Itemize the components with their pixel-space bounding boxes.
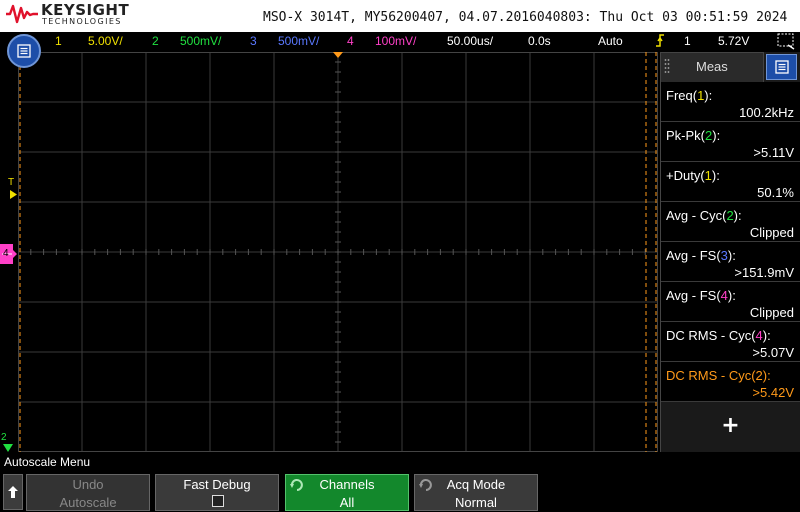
measurement-name: DC RMS - Cyc(2): xyxy=(666,368,771,383)
measurement-channel: 3 xyxy=(720,248,728,263)
timebase-scale[interactable]: 50.00us/ xyxy=(447,34,493,48)
title-bar: KEYSIGHT TECHNOLOGIES MSO-X 3014T, MY562… xyxy=(0,0,800,32)
trigger-level[interactable]: 5.72V xyxy=(718,34,749,48)
trigger-edge-icon xyxy=(655,34,665,50)
measurement-name: Freq(1): xyxy=(666,88,713,103)
measurement-item[interactable]: Avg - FS(4): Clipped xyxy=(661,282,800,322)
measurement-channel: 4 xyxy=(720,288,728,303)
ch4-ground-marker[interactable]: 4 xyxy=(0,242,17,266)
menu-icon xyxy=(17,44,31,58)
measurement-item[interactable]: Pk-Pk(2): >5.11V xyxy=(661,122,800,162)
measurement-name: Pk-Pk(2): xyxy=(666,128,721,143)
measurement-channel: 1 xyxy=(704,168,712,183)
measurement-item[interactable]: +Duty(1): 50.1% xyxy=(661,162,800,202)
ch2-marker-label: 2 xyxy=(1,432,7,443)
fast-debug-softkey[interactable]: Fast Debug xyxy=(155,474,279,511)
softkey-menu-title: Autoscale Menu xyxy=(4,455,91,469)
softkey-value: Autoscale xyxy=(59,495,117,510)
measurement-channel: 2 xyxy=(726,208,734,223)
measurement-item[interactable]: Avg - Cyc(2): Clipped xyxy=(661,202,800,242)
measurement-item[interactable]: Freq(1): 100.2kHz xyxy=(661,82,800,122)
measurement-channel: 4 xyxy=(755,328,763,343)
ch1-number[interactable]: 1 xyxy=(55,34,62,48)
fast-debug-checkbox[interactable] xyxy=(212,495,224,507)
softkey-label: Undo xyxy=(72,477,104,492)
main-menu-button[interactable] xyxy=(7,34,41,68)
measurement-item[interactable]: DC RMS - Cyc(4): >5.07V xyxy=(661,322,800,362)
fullscreen-icon[interactable] xyxy=(776,32,796,50)
measurement-value: >151.9mV xyxy=(734,265,794,280)
measurement-list: Freq(1): 100.2kHz Pk-Pk(2): >5.11V +Duty(1):… xyxy=(661,82,800,402)
measurement-value: 50.1% xyxy=(757,185,794,200)
ch2-number[interactable]: 2 xyxy=(152,34,159,48)
softkey-value: Normal xyxy=(455,495,497,510)
drag-handle-icon[interactable] xyxy=(664,58,670,76)
softkey-label: Acq Mode xyxy=(446,477,506,492)
trigger-mode[interactable]: Auto xyxy=(598,34,623,48)
back-button[interactable] xyxy=(3,474,23,510)
meas-menu-button[interactable] xyxy=(766,54,797,80)
menu-icon xyxy=(774,60,789,74)
ch4-scale[interactable]: 100mV/ xyxy=(375,34,416,48)
up-arrow-icon xyxy=(8,486,18,498)
measurement-item[interactable]: Avg - FS(3): >151.9mV xyxy=(661,242,800,282)
trigger-level-marker[interactable] xyxy=(10,190,17,199)
ch2-scale[interactable]: 500mV/ xyxy=(180,34,221,48)
trigger-position-marker[interactable] xyxy=(333,52,343,58)
measurement-value: 100.2kHz xyxy=(739,105,794,120)
acq-mode-softkey[interactable]: Acq Mode Normal xyxy=(414,474,538,511)
softkey-label: Channels xyxy=(319,477,375,492)
undo-autoscale-softkey[interactable]: Undo Autoscale xyxy=(26,474,150,511)
ch3-scale[interactable]: 500mV/ xyxy=(278,34,319,48)
measurement-value: Clipped xyxy=(749,305,794,320)
softkey-value: All xyxy=(339,495,355,510)
measurement-name: DC RMS - Cyc(4): xyxy=(666,328,771,343)
measurement-value: >5.11V xyxy=(753,145,794,160)
channels-softkey[interactable]: Channels All xyxy=(285,474,409,511)
device-info: MSO-X 3014T, MY56200407, 04.07.201604080… xyxy=(263,10,788,25)
trigger-source[interactable]: 1 xyxy=(684,34,691,48)
waveform-display[interactable] xyxy=(18,52,658,452)
measurement-name: Avg - FS(3): xyxy=(666,248,736,263)
measurement-name: +Duty(1): xyxy=(666,168,720,183)
ch1-scale[interactable]: 5.00V/ xyxy=(88,34,123,48)
meas-tab-label: Meas xyxy=(696,59,728,74)
channel-status-bar: 1 5.00V/ 2 500mV/ 3 500mV/ 4 100mV/ 50.0… xyxy=(0,32,800,52)
ch4-number[interactable]: 4 xyxy=(347,34,354,48)
ch4-marker-label: 4 xyxy=(3,248,9,259)
keysight-logo-icon xyxy=(6,4,38,24)
brand-subtitle: TECHNOLOGIES xyxy=(42,17,122,26)
measurement-name: Avg - FS(4): xyxy=(666,288,736,303)
measurement-value: >5.42V xyxy=(752,385,794,400)
measurement-item[interactable]: DC RMS - Cyc(2): >5.42V xyxy=(661,362,800,402)
ch2-ground-marker[interactable] xyxy=(3,444,13,452)
measurement-name: Avg - Cyc(2): xyxy=(666,208,742,223)
trigger-delay[interactable]: 0.0s xyxy=(528,34,551,48)
measurement-channel: 2 xyxy=(755,368,763,383)
trigger-level-label: T xyxy=(8,177,15,188)
measurement-value: Clipped xyxy=(749,225,794,240)
add-measurement-button[interactable]: + xyxy=(661,408,800,442)
ch3-number[interactable]: 3 xyxy=(250,34,257,48)
graticule xyxy=(18,52,658,452)
softkey-label: Fast Debug xyxy=(183,477,251,492)
measurement-value: >5.07V xyxy=(752,345,794,360)
